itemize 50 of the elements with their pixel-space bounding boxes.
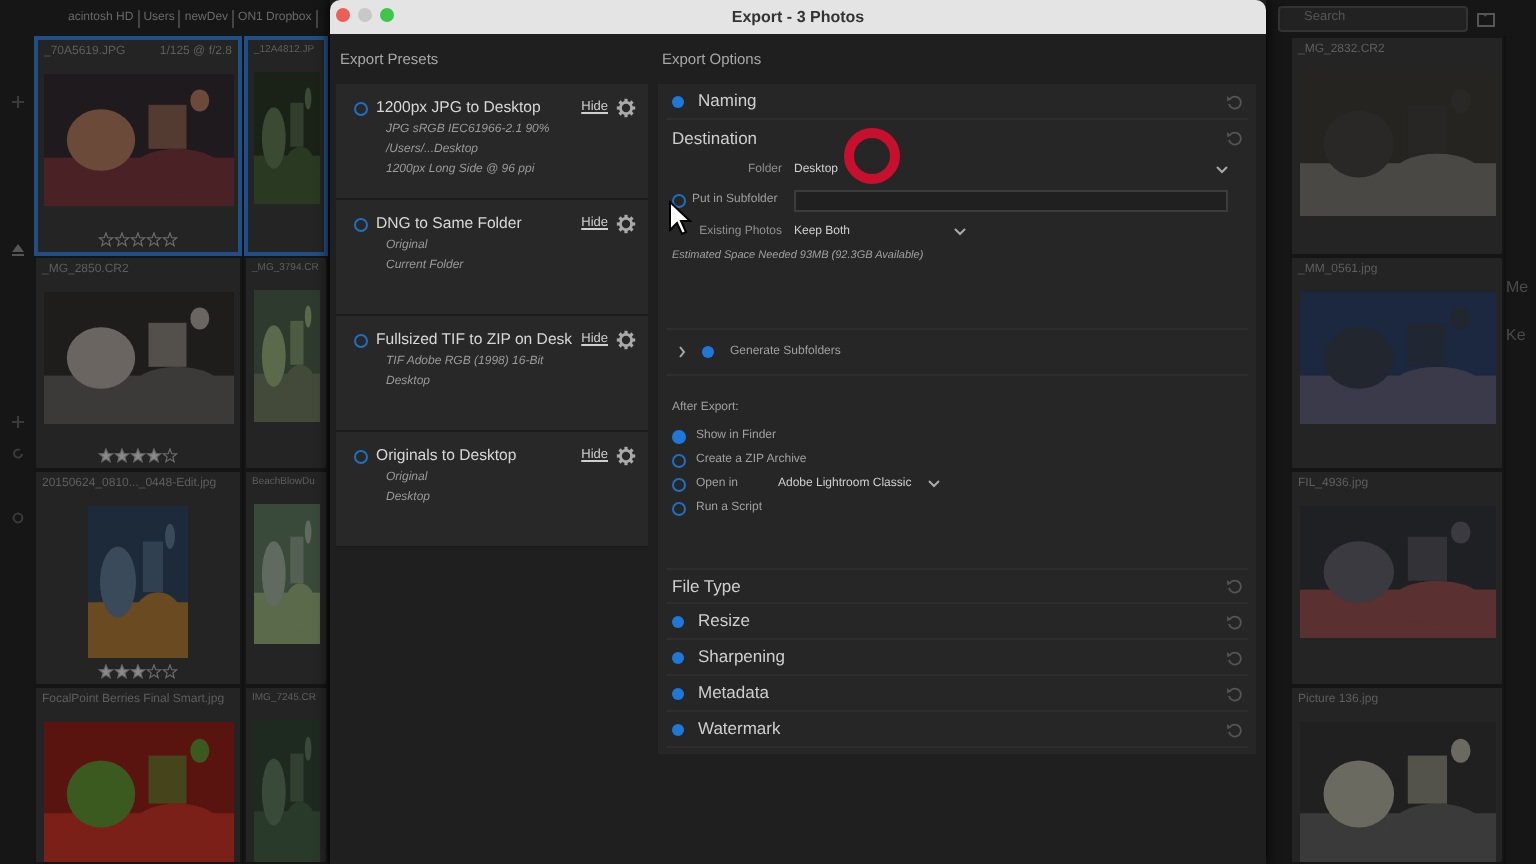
- toggle-dot[interactable]: [672, 651, 684, 664]
- radio-button[interactable]: [672, 453, 686, 468]
- chevron-down-icon[interactable]: [1216, 166, 1228, 175]
- plus-icon[interactable]: [11, 416, 23, 428]
- zoom-button[interactable]: [380, 8, 394, 22]
- reset-icon[interactable]: [1226, 685, 1242, 702]
- reset-icon[interactable]: [1226, 613, 1242, 630]
- folder-icon[interactable]: [1476, 9, 1496, 27]
- toggle-dot[interactable]: [672, 615, 684, 628]
- section-title[interactable]: File Type: [672, 573, 741, 600]
- ring-icon: [354, 101, 368, 116]
- section-title[interactable]: Watermark: [698, 716, 781, 743]
- reset-icon[interactable]: [1226, 649, 1242, 666]
- toggle-dot[interactable]: [672, 687, 684, 700]
- ring-icon: [354, 217, 368, 232]
- ring-icon: [354, 449, 368, 464]
- gear-icon[interactable]: [616, 446, 636, 467]
- reset-icon[interactable]: [1226, 578, 1242, 595]
- chevron-down-icon[interactable]: [927, 480, 940, 489]
- reset-icon[interactable]: [1226, 93, 1242, 110]
- star-rating[interactable]: [98, 448, 178, 464]
- toggle-dot[interactable]: [672, 95, 684, 108]
- close-button[interactable]: [336, 8, 350, 22]
- section-title[interactable]: Metadata: [698, 680, 769, 707]
- window-title: Export - 3 Photos: [731, 5, 865, 29]
- chevron-down-icon[interactable]: [954, 228, 966, 237]
- star-rating[interactable]: [98, 664, 178, 680]
- star-rating[interactable]: [98, 232, 178, 248]
- section-title[interactable]: Sharpening: [698, 644, 785, 671]
- radio-button[interactable]: [672, 501, 686, 516]
- chevron-icon[interactable]: [678, 346, 686, 359]
- section-title[interactable]: Resize: [698, 608, 750, 635]
- radio-button[interactable]: [672, 477, 686, 492]
- toggle-dot[interactable]: [672, 723, 684, 736]
- gear-icon[interactable]: [616, 98, 636, 119]
- toggle-dot[interactable]: [702, 346, 714, 359]
- pointer-icon: [668, 200, 692, 236]
- gear-icon[interactable]: [616, 214, 636, 235]
- plus-icon[interactable]: [11, 96, 23, 108]
- reset-icon[interactable]: [1226, 721, 1242, 738]
- click-highlight-icon: [844, 128, 900, 184]
- subfolder-field[interactable]: [794, 190, 1228, 213]
- refresh-icon[interactable]: [11, 448, 23, 460]
- section-title[interactable]: Destination: [672, 125, 758, 152]
- radio-button[interactable]: [672, 429, 686, 444]
- ring-icon: [354, 333, 368, 348]
- eject-icon[interactable]: [11, 244, 23, 256]
- gear-icon[interactable]: [616, 330, 636, 351]
- section-title[interactable]: Naming: [698, 88, 757, 115]
- reset-icon[interactable]: [1226, 130, 1242, 147]
